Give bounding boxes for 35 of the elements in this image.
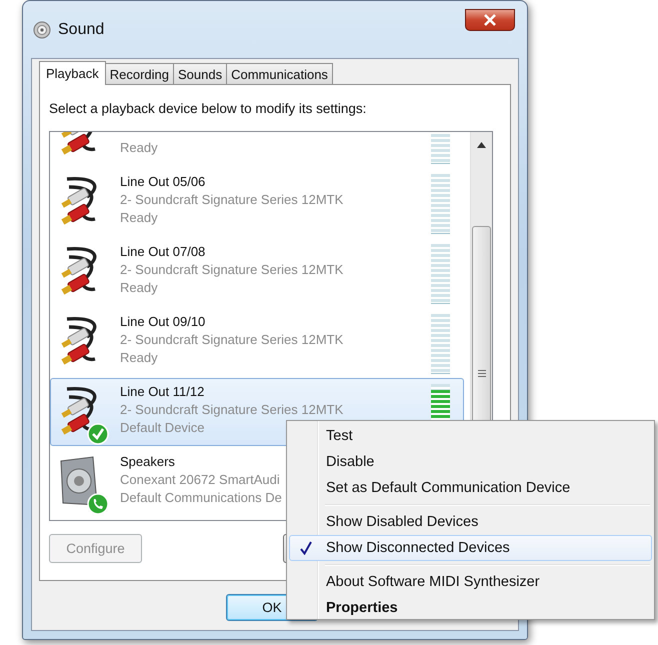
device-name: Line Out 05/06	[120, 173, 206, 191]
grip-icon	[478, 370, 486, 376]
speaker-icon	[33, 20, 51, 38]
tab[interactable]: Playback	[39, 61, 106, 85]
device-status: Default Communications De	[120, 489, 282, 507]
menu-item[interactable]: Show Disconnected Devices	[289, 535, 652, 561]
device-status: Default Device	[120, 419, 205, 437]
device-description: 2- Soundcraft Signature Series 12MTK	[120, 331, 344, 349]
menu-item[interactable]: Show Disabled Devices	[289, 509, 652, 535]
window-title: Sound	[58, 20, 104, 38]
device-name: Speakers	[120, 453, 175, 471]
device-name: Line Out 09/10	[120, 313, 206, 331]
close-button[interactable]	[465, 9, 515, 31]
device-row[interactable]: Line Out 07/08 2- Soundcraft Signature Series 12MTK Ready	[50, 238, 464, 306]
menu-item[interactable]: Set as Default Communication Device	[289, 475, 652, 501]
scroll-up-icon[interactable]	[477, 142, 486, 148]
device-row[interactable]: Line Out 05/06 2- Soundcraft Signature Series 12MTK Ready	[50, 168, 464, 236]
device-description: 2- Soundcraft Signature Series 12MTK	[120, 401, 344, 419]
device-row[interactable]: Line Out 09/10 2- Soundcraft Signature Series 12MTK Ready	[50, 308, 464, 376]
menu-item[interactable]: About Software MIDI Synthesizer	[289, 569, 652, 595]
instruction-text: Select a playback device below to modify its settings:	[49, 101, 368, 116]
device-status: Ready	[120, 279, 158, 297]
device-description: 2- Soundcraft Signature Series 12MTK	[120, 191, 344, 209]
device-status: Ready	[120, 209, 158, 227]
close-icon	[483, 14, 497, 26]
device-description: 2- Soundcraft Signature Series 12MTK	[120, 261, 344, 279]
tab[interactable]: Recording	[104, 63, 174, 84]
tab[interactable]: Communications	[226, 63, 333, 84]
device-status: Ready	[120, 349, 158, 367]
device-name: Line Out 07/08	[120, 243, 206, 261]
device-description: Conexant 20672 SmartAudi	[120, 471, 280, 489]
device-status: Ready	[120, 139, 158, 157]
tab[interactable]: Sounds	[173, 63, 228, 84]
device-name: Line Out 11/12	[120, 383, 204, 401]
menu-item[interactable]: Disable	[289, 449, 652, 475]
